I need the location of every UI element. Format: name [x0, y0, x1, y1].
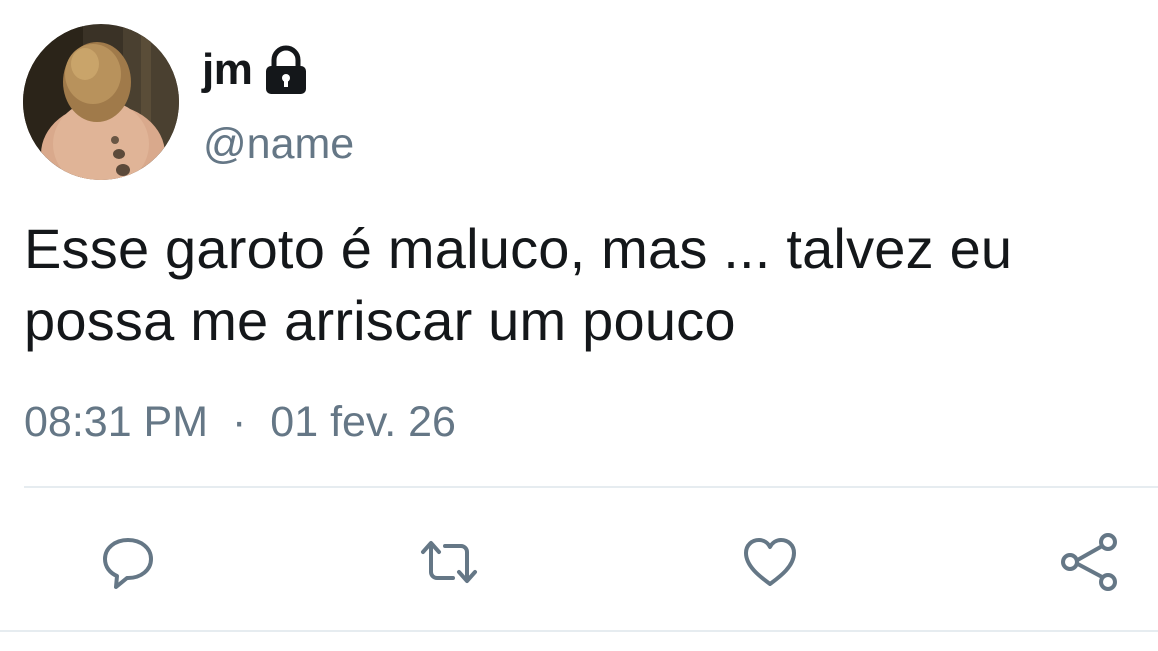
retweet-button[interactable] — [417, 530, 481, 594]
reply-button[interactable] — [96, 530, 160, 594]
timestamp-separator: · — [232, 398, 247, 446]
tweet-date: 01 fev. 26 — [270, 398, 456, 446]
divider — [24, 486, 1158, 488]
divider — [0, 630, 1158, 632]
tweet-timestamp[interactable]: 08:31 PM · 01 fev. 26 — [24, 398, 456, 446]
share-nodes-icon — [1061, 533, 1117, 591]
tweet-actions — [0, 520, 1158, 600]
share-button[interactable] — [1058, 530, 1122, 594]
avatar-photo — [23, 24, 179, 180]
heart-icon — [744, 538, 796, 586]
tweet-text: Esse garoto é maluco, mas ... talvez eu … — [24, 217, 1013, 352]
like-button[interactable] — [738, 530, 802, 594]
speech-bubble-icon — [103, 538, 153, 589]
author-handle[interactable]: @name — [203, 120, 354, 168]
tweet-card: jm @name Esse garoto é maluco, mas ... t… — [0, 0, 1158, 651]
display-name[interactable]: jm — [202, 48, 253, 92]
avatar[interactable] — [23, 24, 179, 180]
tweet-time: 08:31 PM — [24, 398, 209, 446]
lock-icon — [262, 45, 310, 95]
retweet-arrows-icon — [421, 541, 477, 583]
author-name-row: jm — [202, 40, 310, 100]
